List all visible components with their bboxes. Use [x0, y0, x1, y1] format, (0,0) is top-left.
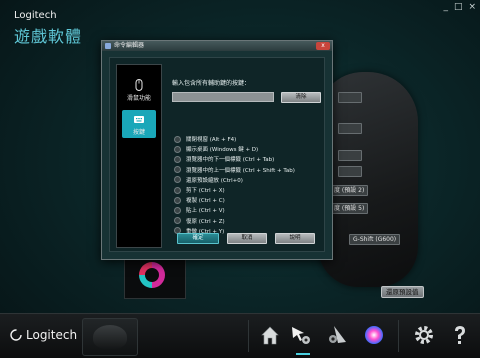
- radio-button[interactable]: [174, 217, 181, 225]
- cancel-button[interactable]: 取消: [227, 233, 267, 244]
- close-window-button[interactable]: ×: [468, 2, 476, 12]
- logitech-logo: Logitech: [10, 328, 77, 342]
- mouse-icon: [133, 79, 145, 91]
- device-selector[interactable]: [82, 318, 138, 356]
- shortcut-option[interactable]: 瀏覽器中的下一個標籤 (Ctrl + Tab): [174, 154, 295, 164]
- logitech-logo-icon: [10, 329, 22, 341]
- nav-mouse-functions-label: 滑鼠功能: [126, 95, 151, 102]
- nav-keystroke[interactable]: 按鍵: [122, 110, 156, 138]
- dialog-close-button[interactable]: x: [316, 42, 330, 50]
- shortcut-label: 關閉視窗 (Alt + F4): [186, 137, 237, 144]
- command-type-nav: 滑鼠功能 按鍵: [116, 64, 162, 248]
- shortcut-option[interactable]: 貼上 (Ctrl + V): [174, 205, 295, 215]
- app-title: 遊戲軟體: [14, 27, 83, 46]
- button-assignment-gshift[interactable]: G-Shift (G600): [349, 234, 401, 245]
- mouse-image: [318, 72, 418, 287]
- dialog-body: 滑鼠功能 按鍵 輸入包含所有輔助鍵的按鍵： 清除 關閉視窗 (Alt + F4)…: [109, 57, 325, 252]
- lighting-icon[interactable]: [362, 323, 386, 347]
- shortcut-label: 貼上 (Ctrl + V): [186, 208, 225, 215]
- button-assignment-2[interactable]: [338, 123, 362, 134]
- radio-button[interactable]: [174, 166, 181, 174]
- shortcut-label: 瀏覽器中的下一個標籤 (Ctrl + Tab): [186, 157, 275, 164]
- shortcut-option[interactable]: 瀏覽器中的上一個標籤 (Ctrl + Shift + Tab): [174, 165, 295, 175]
- dialog-titlebar[interactable]: 命令編輯器 x: [102, 41, 332, 51]
- shortcut-option[interactable]: 複製 (Ctrl + C): [174, 195, 295, 205]
- shortcut-label: 還原預設縮放 (Ctrl+0): [186, 177, 243, 184]
- shortcut-label: 複製 (Ctrl + C): [186, 198, 225, 205]
- restore-defaults-button[interactable]: 還原預設值: [381, 286, 424, 298]
- nav-keystroke-label: 按鍵: [132, 129, 145, 136]
- active-tab-indicator: [296, 353, 310, 355]
- keystroke-input[interactable]: [172, 92, 274, 102]
- window-controls: _ □ ×: [443, 2, 476, 12]
- radio-button[interactable]: [174, 135, 181, 143]
- shortcut-label: 剪下 (Ctrl + X): [186, 188, 225, 195]
- settings-gear-icon[interactable]: [412, 323, 436, 347]
- nav-mouse-functions[interactable]: 滑鼠功能: [122, 79, 156, 102]
- shortcut-option[interactable]: 剪下 (Ctrl + X): [174, 185, 295, 195]
- shortcut-option[interactable]: 復原 (Ctrl + Z): [174, 216, 295, 226]
- brand-name: Logitech: [14, 10, 57, 21]
- shortcut-list: 關閉視窗 (Alt + F4) 顯示桌面 (Windows 鍵 + D) 瀏覽器…: [174, 134, 295, 236]
- dialog-title: 命令編輯器: [114, 42, 145, 49]
- home-icon[interactable]: [258, 323, 282, 347]
- button-assignment-3[interactable]: [338, 150, 362, 161]
- shortcut-label: 復原 (Ctrl + Z): [186, 218, 225, 225]
- button-assignment-4[interactable]: [338, 166, 362, 177]
- shortcut-label: 瀏覽器中的上一個標籤 (Ctrl + Shift + Tab): [186, 167, 295, 174]
- button-assignment-1[interactable]: [338, 92, 362, 103]
- maximize-button[interactable]: □: [454, 2, 463, 12]
- radio-button[interactable]: [174, 186, 181, 194]
- keystroke-prompt: 輸入包含所有輔助鍵的按鍵：: [172, 80, 251, 87]
- button-assignment-dpi-down[interactable]: 度 (預設 5): [330, 203, 369, 214]
- button-assignment-dpi-up[interactable]: 度 (預設 2): [330, 185, 369, 196]
- radio-button[interactable]: [174, 206, 181, 214]
- help-icon[interactable]: [448, 323, 472, 347]
- logo-text: Logitech: [26, 328, 78, 342]
- bottom-toolbar: Logitech: [0, 313, 480, 358]
- radio-button[interactable]: [174, 145, 181, 153]
- shortcut-label: 顯示桌面 (Windows 鍵 + D): [186, 147, 259, 154]
- radio-button[interactable]: [174, 176, 181, 184]
- mouse-gear-icon[interactable]: [326, 323, 350, 347]
- color-ring-icon: [139, 262, 165, 288]
- brand: Logitech 遊戲軟體: [14, 10, 82, 47]
- toolbar-divider: [248, 320, 249, 352]
- shortcut-option[interactable]: 顯示桌面 (Windows 鍵 + D): [174, 144, 295, 154]
- minimize-button[interactable]: _: [443, 2, 448, 12]
- command-editor-dialog: 命令編輯器 x 滑鼠功能 按鍵 輸入包含所有輔助鍵的按鍵： 清除 關閉視窗 (A…: [101, 40, 333, 260]
- ok-button[interactable]: 確定: [177, 233, 219, 244]
- keyboard-icon: [133, 113, 145, 125]
- device-thumbnail: [93, 325, 127, 349]
- toolbar-divider: [398, 320, 399, 352]
- shortcut-option[interactable]: 關閉視窗 (Alt + F4): [174, 134, 295, 144]
- radio-button[interactable]: [174, 155, 181, 163]
- dialog-app-icon: [105, 43, 111, 49]
- app-window: _ □ × Logitech 遊戲軟體 度 (預設 2) 度 (預設 5) G-…: [0, 0, 480, 358]
- shortcut-option[interactable]: 還原預設縮放 (Ctrl+0): [174, 175, 295, 185]
- radio-button[interactable]: [174, 196, 181, 204]
- help-button[interactable]: 說明: [275, 233, 315, 244]
- pointer-settings-icon[interactable]: [290, 323, 314, 347]
- clear-button[interactable]: 清除: [281, 92, 321, 103]
